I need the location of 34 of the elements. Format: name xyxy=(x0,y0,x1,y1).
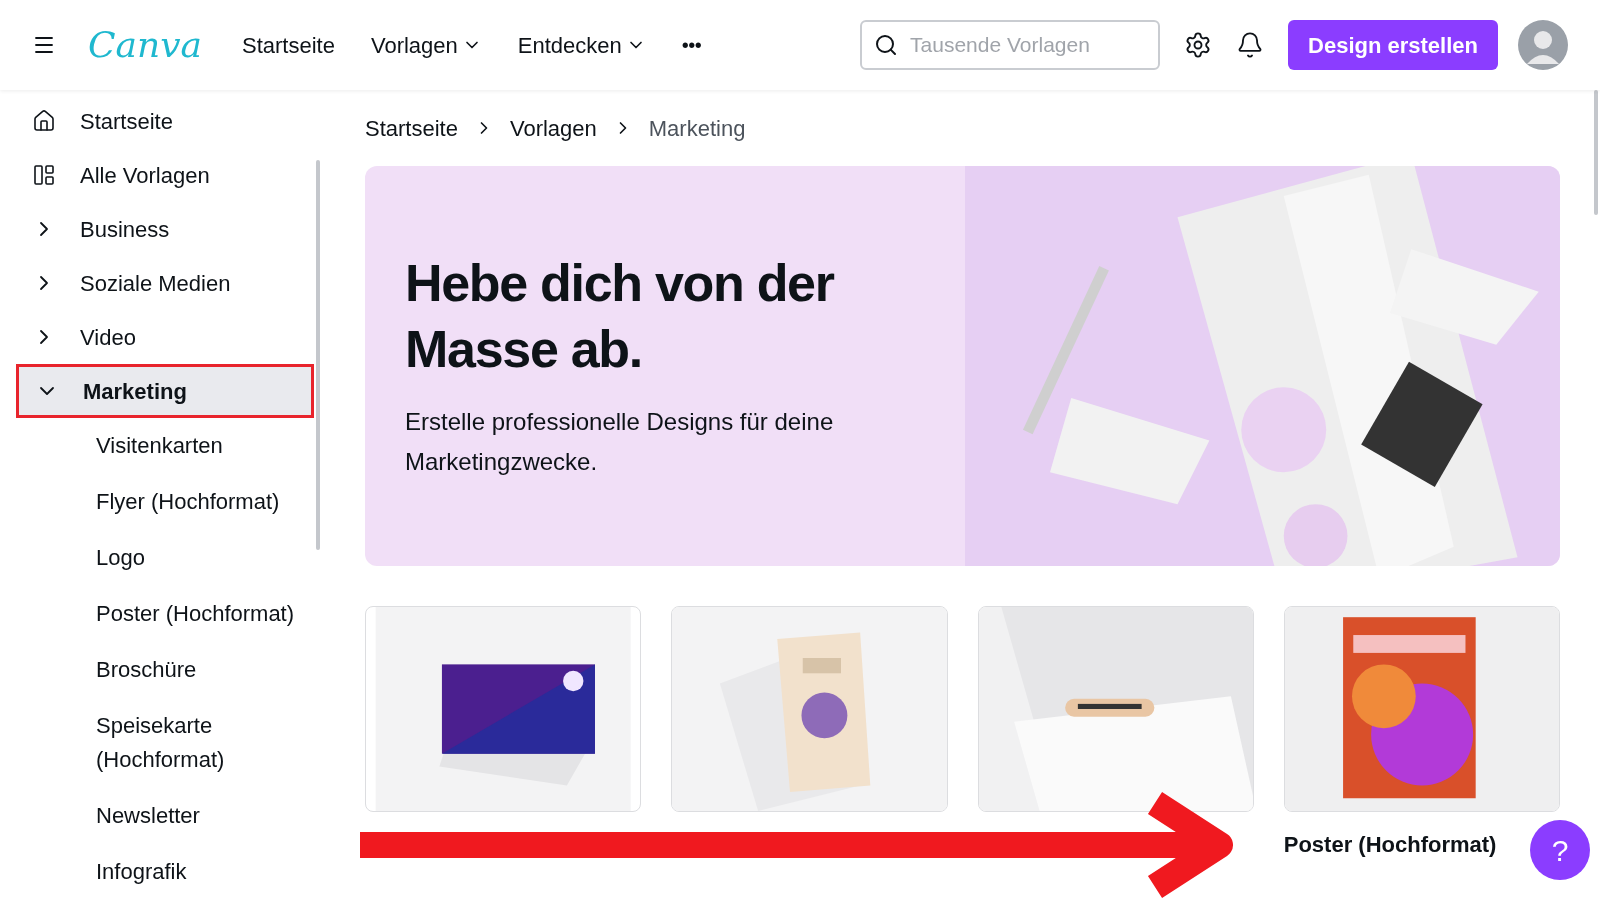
sidebar-subitem[interactable]: Visitenkarten xyxy=(16,418,316,474)
more-button[interactable]: ••• xyxy=(681,30,702,60)
card-caption[interactable]: Poster (Hochformat) xyxy=(1283,828,1497,861)
breadcrumb-link[interactable]: Marketing xyxy=(648,111,746,145)
search-input[interactable]: Tausende Vorlagen xyxy=(910,29,1147,61)
sidebar-item[interactable]: Business xyxy=(16,202,314,256)
banner-text: Erstelle professionelle Designs für deine Marketingzwecke. xyxy=(405,407,835,477)
sidebar-item[interactable]: Startseite xyxy=(16,94,314,148)
layout-icon xyxy=(32,163,56,187)
sidebar-subitem[interactable]: Poster (Hochformat) xyxy=(16,586,316,642)
nav-link[interactable]: Startseite xyxy=(242,28,335,62)
sidebar-subitem[interactable]: Logo xyxy=(16,530,316,586)
sidebar-subitem[interactable]: Infografik xyxy=(16,844,316,900)
sidebar-subitem[interactable]: Newsletter xyxy=(16,788,316,844)
breadcrumb-link[interactable]: Vorlagen xyxy=(509,111,597,145)
sidebar-item[interactable]: Alle Vorlagen xyxy=(16,148,314,202)
sidebar-item[interactable]: Soziale Medien xyxy=(16,256,314,310)
home-icon xyxy=(32,109,56,133)
search-icon xyxy=(874,33,899,57)
avatar[interactable] xyxy=(1518,20,1568,70)
scrollbar[interactable] xyxy=(316,160,320,550)
scrollbar[interactable] xyxy=(1594,90,1598,215)
nav-link[interactable]: Vorlagen xyxy=(370,28,482,62)
sidebar-subitem[interactable]: Broschüre xyxy=(16,642,316,698)
banner-title: Hebe dich von der Masse ab. xyxy=(405,253,836,380)
help-button[interactable]: ? xyxy=(1530,820,1590,880)
sidebar-subitem[interactable]: Speisekarte (Hochformat) xyxy=(16,698,316,788)
nav-link[interactable]: Entdecken xyxy=(517,28,646,62)
sidebar-item[interactable]: Marketing xyxy=(16,364,314,418)
search-field[interactable]: Tausende Vorlagen xyxy=(860,20,1161,70)
create-design-button[interactable]: Design erstellen xyxy=(1288,20,1498,70)
breadcrumb-link[interactable]: Startseite xyxy=(365,111,458,145)
sidebar-item[interactable]: Video xyxy=(16,310,314,364)
sidebar-subitem[interactable]: Flyer (Hochformat) xyxy=(16,474,316,530)
